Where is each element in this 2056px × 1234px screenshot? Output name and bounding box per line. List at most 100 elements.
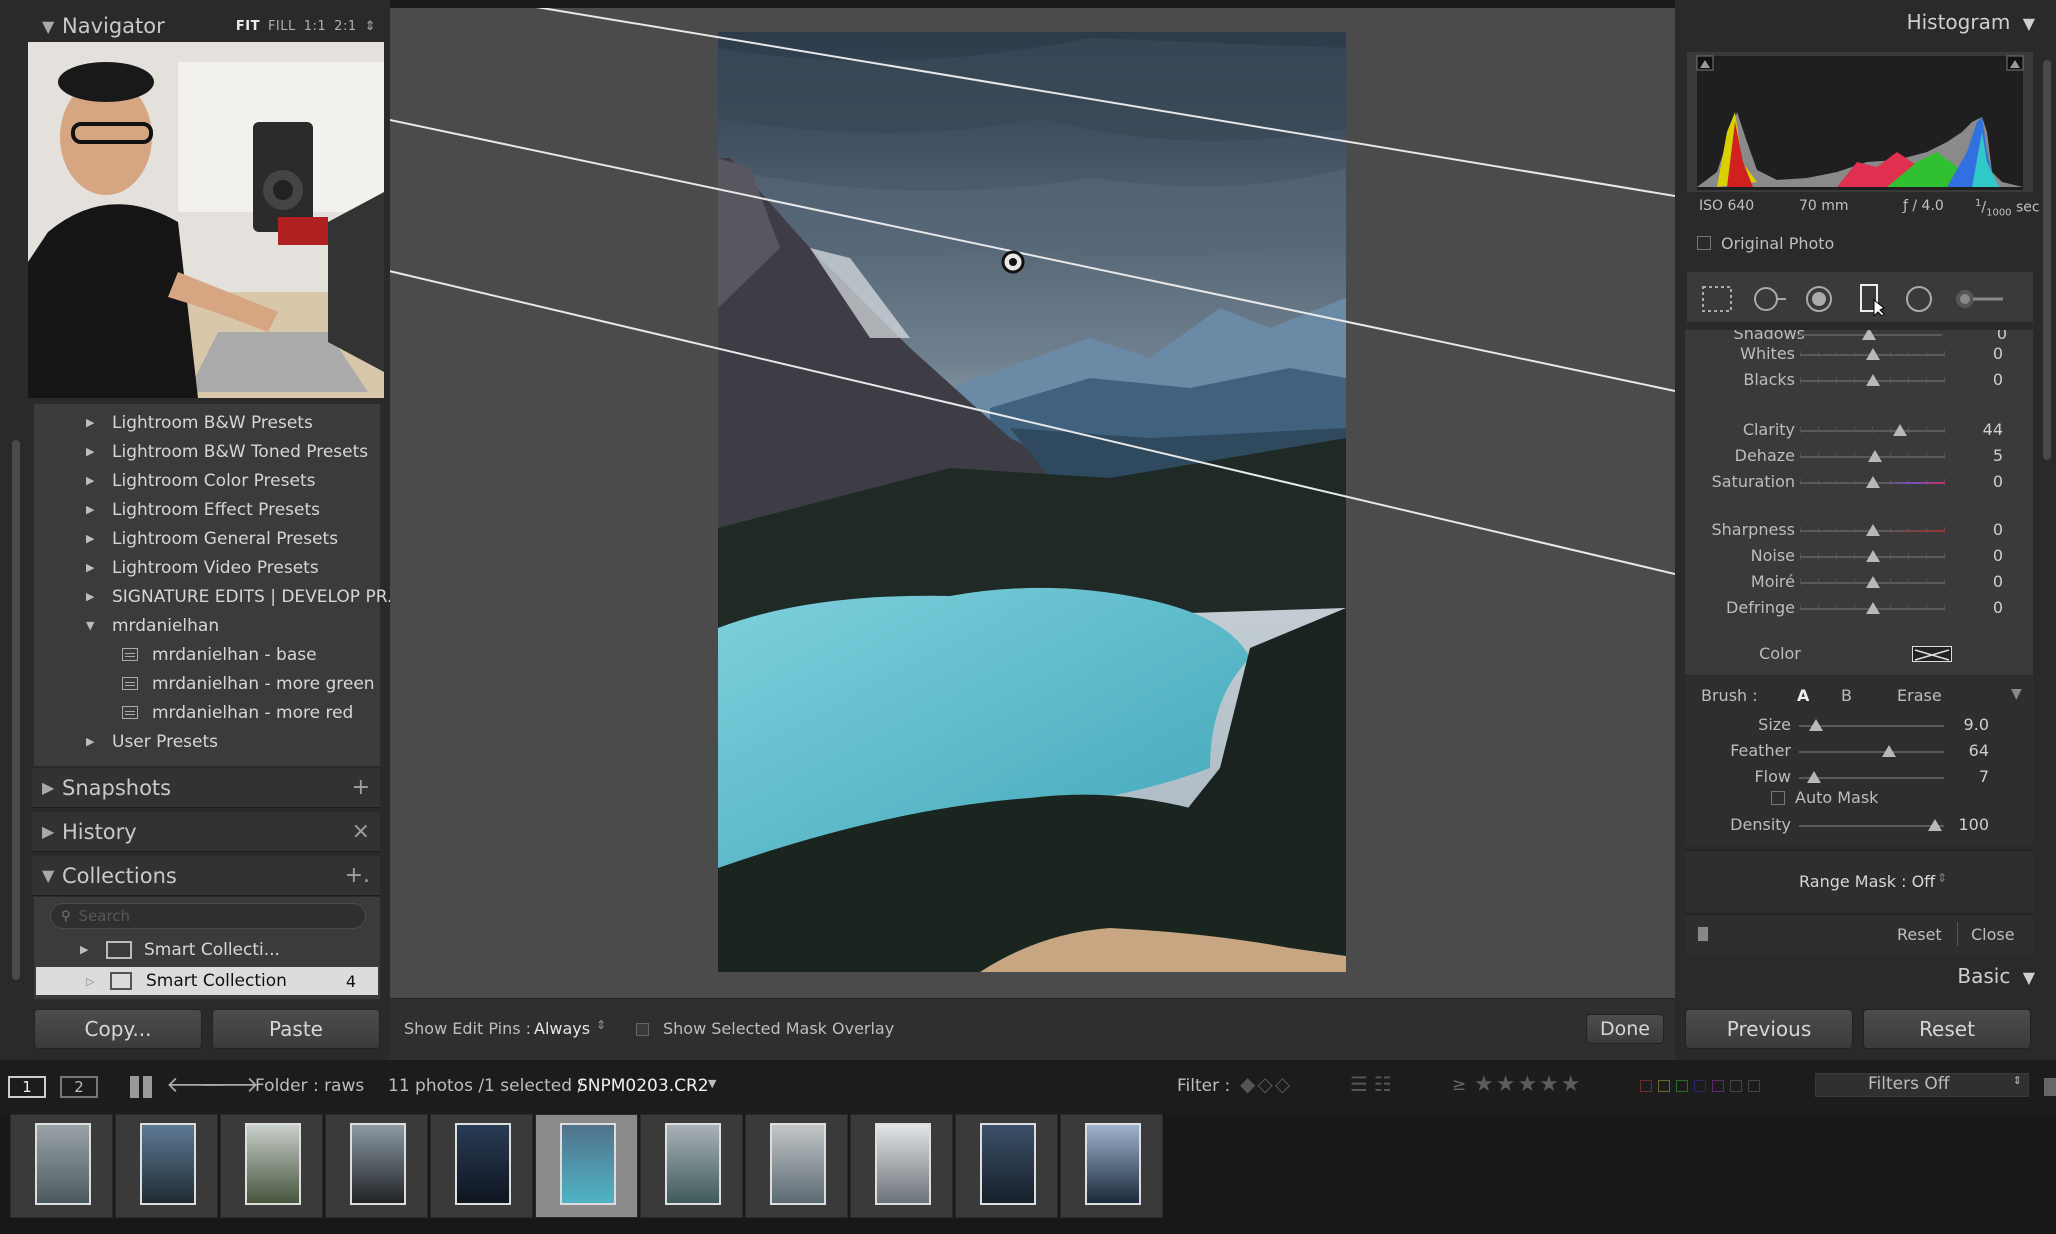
mask-close-button[interactable]: Close [1971, 925, 2015, 944]
forward-arrow-icon[interactable]: 🡒 [200, 1072, 259, 1098]
navigator-header[interactable]: ▼ Navigator FIT FILL 1:1 2:1 ⇕ [32, 6, 380, 46]
nav-mode-fit[interactable]: FIT [236, 19, 260, 34]
mask-toggle-icon[interactable] [1697, 926, 1709, 942]
filmstrip-thumbnail[interactable] [325, 1114, 428, 1218]
mask-reset-button[interactable]: Reset [1897, 925, 1942, 944]
filters-select[interactable]: Filters Off ⇕ [1815, 1073, 2029, 1097]
preset-item[interactable]: mrdanielhan - more green [122, 669, 375, 698]
paste-button[interactable]: Paste [212, 1009, 380, 1049]
histogram[interactable] [1687, 52, 2033, 192]
photo-preview[interactable] [299, 5, 1676, 998]
red-eye-icon[interactable] [1801, 283, 1837, 315]
preset-folder[interactable]: ▶ Lightroom Video Presets [86, 553, 319, 582]
navigator-preview[interactable] [28, 42, 384, 398]
filmstrip-thumbnail[interactable] [850, 1114, 953, 1218]
preset-folder[interactable]: ▶ Lightroom B&W Toned Presets [86, 437, 368, 466]
preset-folder[interactable]: ▶ SIGNATURE EDITS | DEVELOP PR... [86, 582, 403, 611]
filmstrip-thumbnail[interactable] [115, 1114, 218, 1218]
add-snapshot-icon[interactable]: + [352, 775, 370, 800]
collections-search[interactable]: ⚲ Search [50, 903, 366, 929]
spot-removal-icon[interactable] [1750, 283, 1786, 315]
color-label-filter[interactable] [1640, 1080, 1760, 1092]
crop-tool-icon[interactable] [1699, 283, 1735, 315]
filename-select[interactable]: SNPM0203.CR2 [577, 1076, 709, 1096]
slider-thumb[interactable] [1865, 550, 1880, 562]
done-button[interactable]: Done [1586, 1014, 1664, 1044]
filmstrip-thumbnail[interactable] [535, 1114, 638, 1218]
slider-thumb[interactable] [1865, 374, 1880, 386]
clear-history-icon[interactable]: × [352, 819, 370, 844]
stepper-icon[interactable]: ⇕ [1937, 871, 1947, 885]
snapshots-header[interactable]: ▶ Snapshots + [32, 768, 380, 808]
slider-thumb[interactable] [1806, 771, 1821, 783]
radial-filter-icon[interactable] [1901, 283, 1937, 315]
preset-item[interactable]: mrdanielhan - more red [122, 698, 353, 727]
nav-mode-1to1[interactable]: 1:1 [304, 19, 326, 34]
screen-1-button[interactable]: 1 [8, 1076, 46, 1098]
color-swatch[interactable] [1912, 646, 1952, 662]
histogram-header[interactable]: Histogram ▼ [1675, 10, 2035, 44]
collections-header[interactable]: ▼ Collections +. [32, 856, 380, 896]
preset-folder[interactable]: ▶ Lightroom General Presets [86, 524, 338, 553]
filmstrip-thumbnail[interactable] [1060, 1114, 1163, 1218]
slider-track[interactable] [1799, 751, 1944, 753]
screen-2-button[interactable]: 2 [60, 1076, 98, 1098]
range-mask-select[interactable]: Range Mask : Off [1799, 872, 1935, 891]
copy-button[interactable]: Copy... [34, 1009, 202, 1049]
preset-item[interactable]: mrdanielhan - base [122, 640, 317, 669]
nav-mode-2to1[interactable]: 2:1 [334, 19, 356, 34]
star-rating-filter[interactable]: ★★★★★ [1474, 1072, 1583, 1097]
collapse-triangle-icon[interactable]: ▼ [2023, 14, 2035, 33]
nav-mode-fill[interactable]: FILL [268, 19, 296, 34]
history-header[interactable]: ▶ History × [32, 812, 380, 852]
slider-thumb[interactable] [1881, 745, 1896, 757]
stepper-icon[interactable]: ⇕ [596, 1018, 606, 1032]
slider-thumb[interactable] [1865, 476, 1880, 488]
slider-thumb[interactable] [1893, 424, 1908, 436]
auto-mask-checkbox[interactable] [1771, 791, 1785, 805]
collection-item[interactable]: ▶ Smart Collecti... [80, 935, 280, 964]
collapse-triangle-icon[interactable]: ▼ [32, 17, 62, 36]
filmstrip-thumbnail[interactable] [955, 1114, 1058, 1218]
brush-collapse-icon[interactable]: ▼ [2011, 686, 2022, 702]
brush-erase-button[interactable]: Erase [1897, 686, 1942, 705]
reset-button[interactable]: Reset [1863, 1009, 2031, 1049]
graduated-filter-icon[interactable] [1851, 283, 1887, 316]
filmstrip-thumbnail[interactable] [430, 1114, 533, 1218]
slider-thumb[interactable] [1865, 348, 1880, 360]
preset-folder[interactable]: ▶ Lightroom B&W Presets [86, 408, 313, 437]
density-slider-track[interactable] [1799, 825, 1944, 827]
slider-thumb[interactable] [1809, 719, 1824, 731]
basic-header[interactable]: Basic ▼ [1675, 964, 2035, 994]
adjustment-brush-icon[interactable] [1953, 283, 2007, 315]
preset-folder-open[interactable]: ▼ mrdanielhan [86, 611, 219, 640]
collection-item-selected[interactable]: ▷ Smart Collection 4 [36, 967, 378, 995]
left-scrollbar[interactable] [12, 440, 20, 980]
brush-b-button[interactable]: B [1841, 686, 1852, 705]
slider-thumb[interactable] [1868, 450, 1883, 462]
filmstrip-thumbnail[interactable] [745, 1114, 848, 1218]
slider-thumb[interactable] [1865, 576, 1880, 588]
preset-folder[interactable]: ▶ Lightroom Color Presets [86, 466, 315, 495]
collapse-triangle-icon[interactable]: ▼ [2023, 968, 2035, 987]
original-photo-checkbox[interactable] [1697, 236, 1711, 250]
filter-lock-icon[interactable] [2044, 1078, 2056, 1096]
rating-operator[interactable]: ≥ [1452, 1075, 1466, 1095]
chevron-down-icon[interactable]: ▼ [708, 1077, 716, 1090]
preset-folder[interactable]: ▶ User Presets [86, 727, 218, 756]
slider-track[interactable] [1800, 430, 1945, 432]
shadows-slider-thumb[interactable] [1862, 330, 1876, 340]
preset-folder[interactable]: ▶ Lightroom Effect Presets [86, 495, 320, 524]
slider-track[interactable] [1799, 777, 1944, 779]
nav-mode-stepper-icon[interactable]: ⇕ [365, 19, 376, 34]
brush-a-button[interactable]: A [1797, 686, 1809, 705]
flag-filter-icons[interactable]: ◆◇◇ [1240, 1072, 1292, 1096]
filmstrip-thumbnail[interactable] [10, 1114, 113, 1218]
slider-thumb[interactable] [1865, 602, 1880, 614]
filmstrip-thumbnail[interactable] [220, 1114, 323, 1218]
filmstrip-thumbnail[interactable] [640, 1114, 743, 1218]
photo-canvas[interactable] [299, 5, 1676, 998]
mask-overlay-checkbox[interactable] [636, 1023, 649, 1036]
previous-button[interactable]: Previous [1685, 1009, 1853, 1049]
right-scrollbar[interactable] [2043, 60, 2051, 460]
